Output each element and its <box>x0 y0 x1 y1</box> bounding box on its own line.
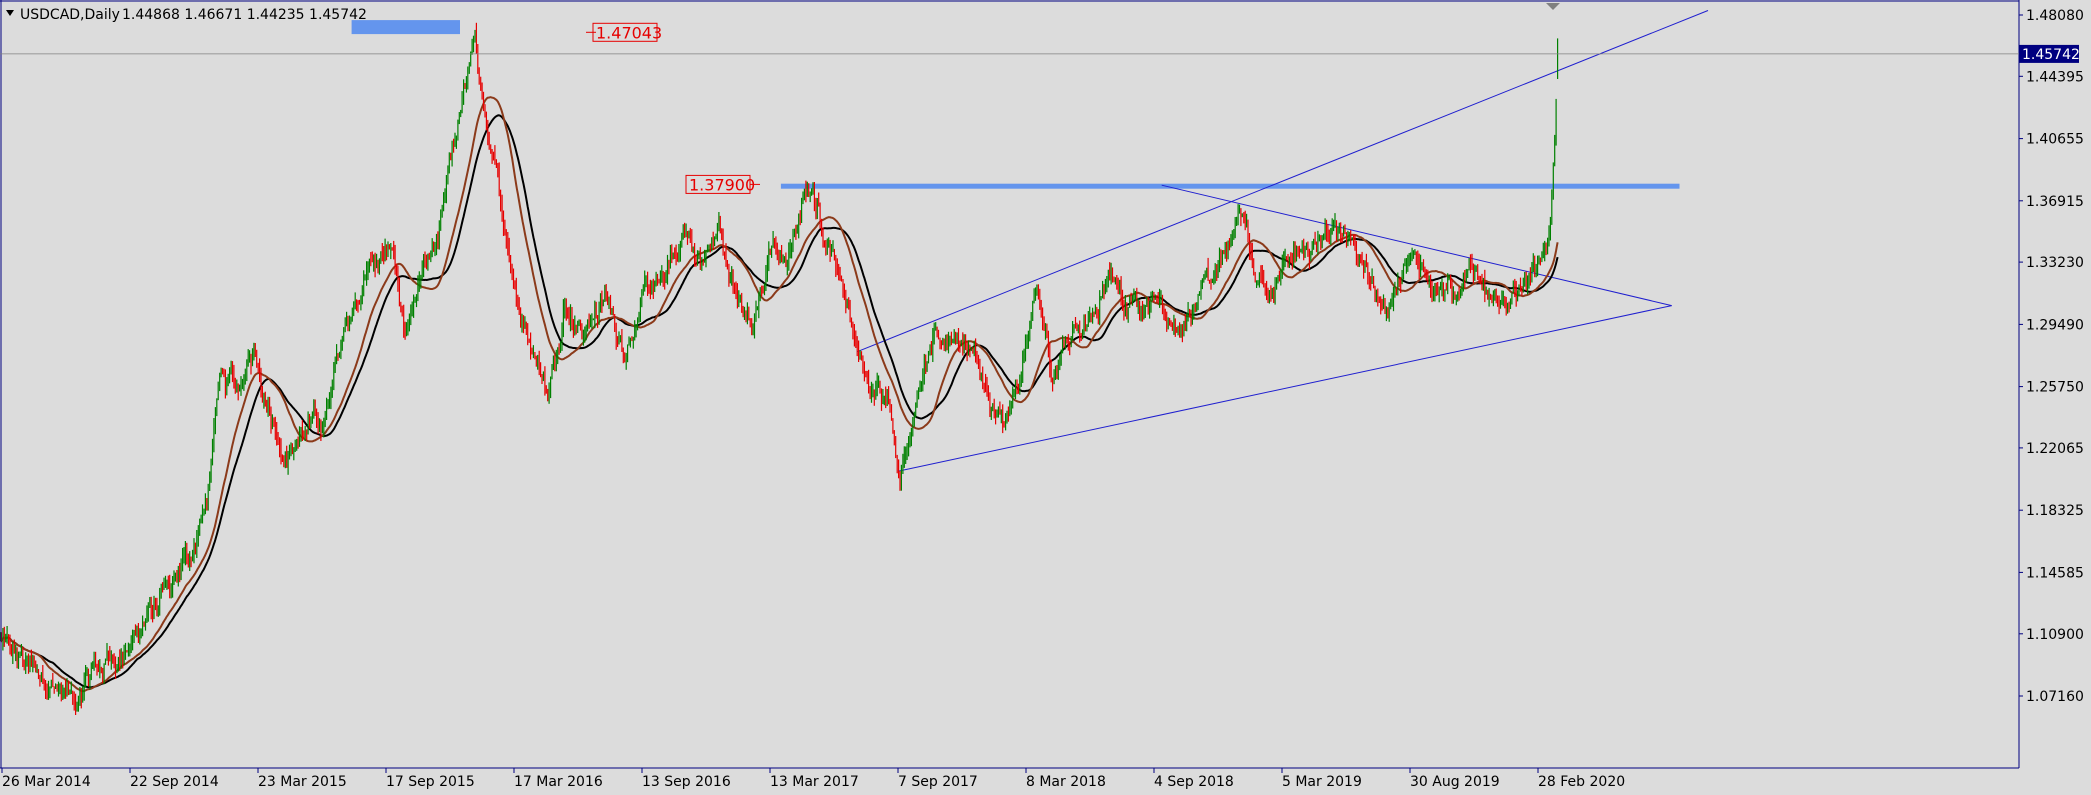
x-tick-label: 13 Sep 2016 <box>642 774 731 790</box>
resistance-band <box>780 183 1680 189</box>
symbol-label: USDCAD,Daily <box>20 7 120 23</box>
level-mid-label: 1.37900 <box>689 175 755 194</box>
y-tick-label: 1.07160 <box>2026 689 2084 705</box>
y-tick-label: 1.14585 <box>2026 565 2084 581</box>
x-tick-label: 13 Mar 2017 <box>770 774 859 790</box>
chart-header: USDCAD,Daily 1.44868 1.46671 1.44235 1.4… <box>6 7 367 23</box>
x-tick-label: 26 Mar 2014 <box>2 774 91 790</box>
x-tick-label: 8 Mar 2018 <box>1026 774 1106 790</box>
x-tick-label: 7 Sep 2017 <box>898 774 978 790</box>
x-tick-label: 28 Feb 2020 <box>1538 774 1625 790</box>
x-tick-label: 17 Sep 2015 <box>386 774 475 790</box>
y-tick-label: 1.25750 <box>2026 380 2084 396</box>
chart-window[interactable]: 1.47043 1.37900 1.48080 1.44395 1.40655 1.36… <box>0 0 2091 795</box>
y-tick-label: 1.18325 <box>2026 503 2084 519</box>
ohlc-label: 1.44868 1.46671 1.44235 1.45742 <box>122 7 367 23</box>
y-tick-label: 1.10900 <box>2026 627 2084 643</box>
x-tick-label: 4 Sep 2018 <box>1154 774 1234 790</box>
chart-canvas[interactable]: 1.47043 1.37900 1.48080 1.44395 1.40655 1.36… <box>0 0 2091 795</box>
x-tick-label: 23 Mar 2015 <box>258 774 347 790</box>
level-high-label: 1.47043 <box>596 23 662 42</box>
y-tick-label: 1.36915 <box>2026 194 2084 210</box>
y-tick-label: 1.33230 <box>2026 255 2084 271</box>
high-zone-rect <box>351 20 460 35</box>
x-tick-label: 5 Mar 2019 <box>1282 774 1362 790</box>
background <box>0 0 2091 795</box>
x-tick-label: 17 Mar 2016 <box>514 774 603 790</box>
current-price-label: 1.45742 <box>2022 47 2080 63</box>
y-tick-label: 1.29490 <box>2026 317 2084 333</box>
x-tick-label: 30 Aug 2019 <box>1410 774 1500 790</box>
y-tick-label: 1.22065 <box>2026 441 2084 457</box>
y-tick-label: 1.44395 <box>2026 69 2084 85</box>
x-tick-label: 22 Sep 2014 <box>130 774 219 790</box>
y-tick-label: 1.40655 <box>2026 132 2084 148</box>
y-tick-label: 1.48080 <box>2026 8 2084 24</box>
